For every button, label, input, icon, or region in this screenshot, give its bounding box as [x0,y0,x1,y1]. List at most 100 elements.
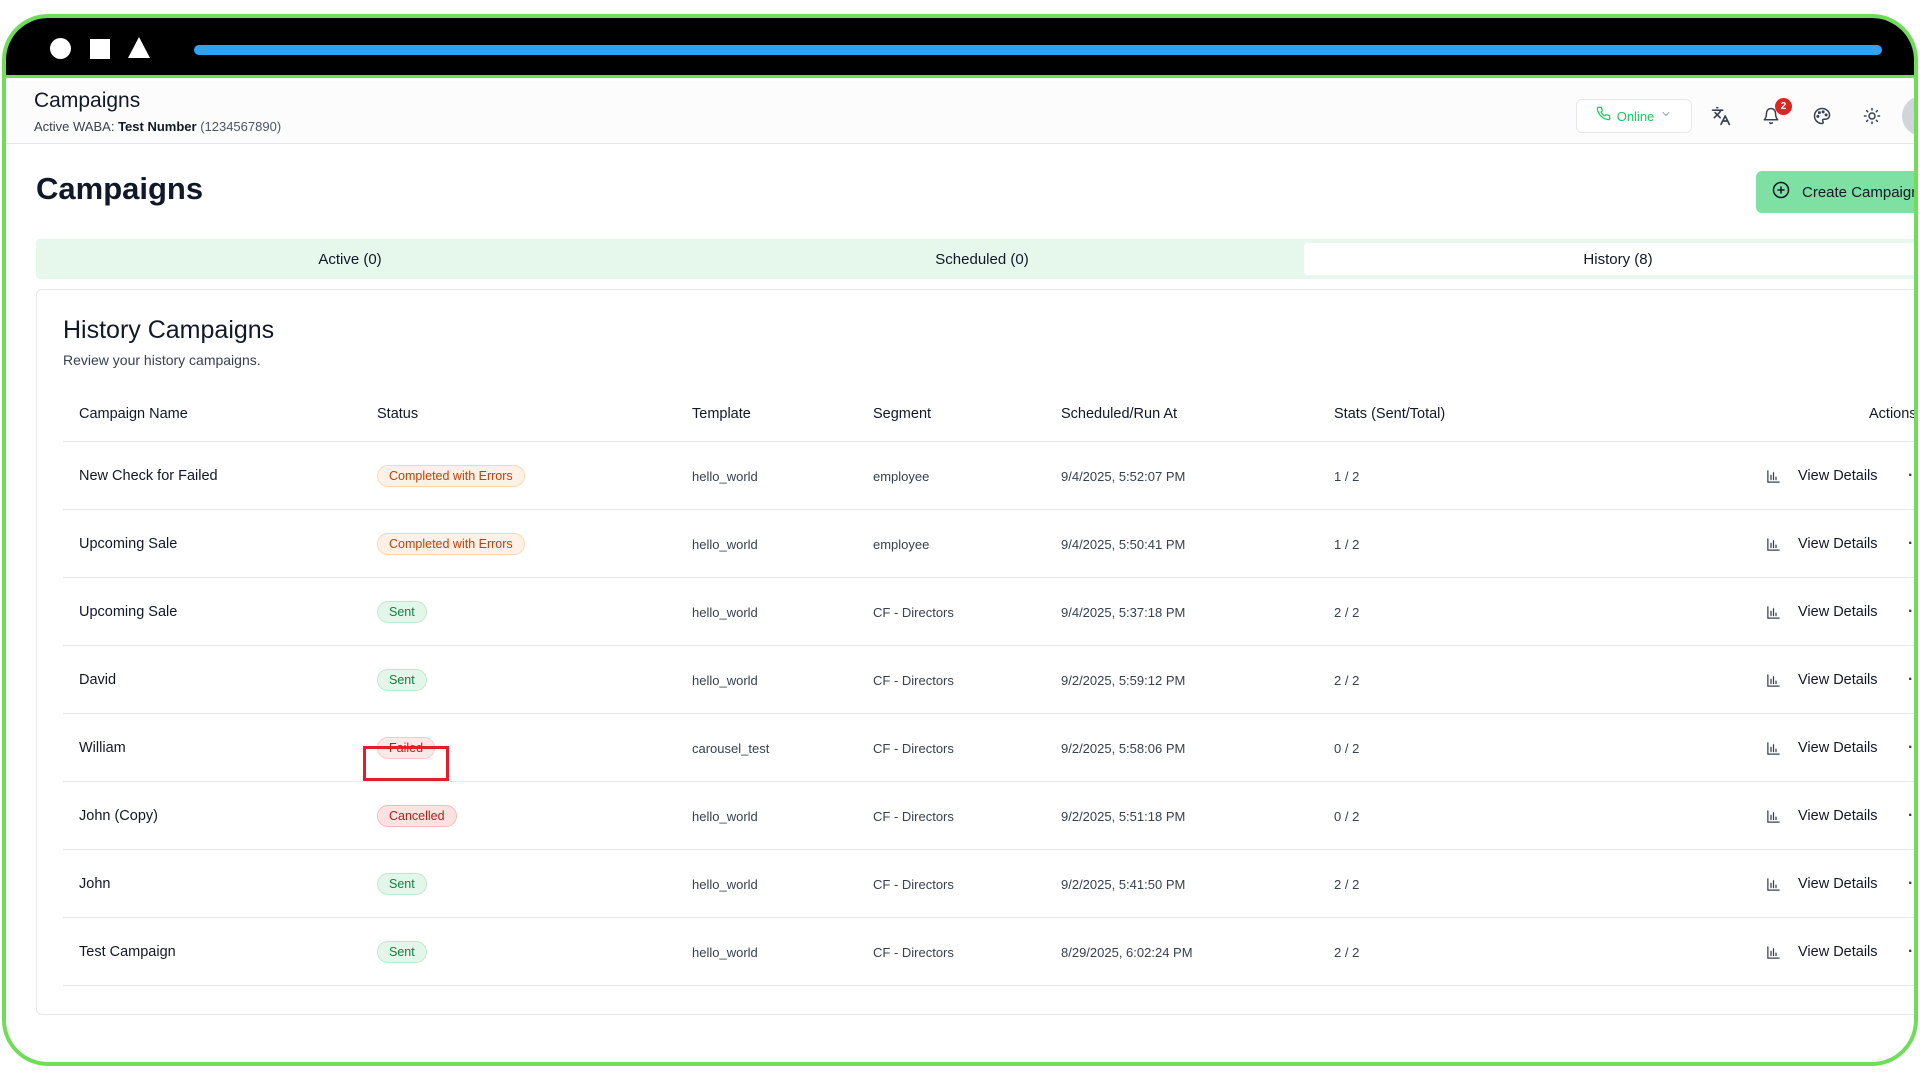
tab-history[interactable]: History (8) [1304,243,1914,275]
status-badge: Sent [377,669,427,691]
failed-status-highlight [363,746,449,781]
segment-cell: employee [873,536,930,552]
view-details-button[interactable]: View Details [1798,918,1878,986]
status-badge: Sent [377,873,427,895]
column-status[interactable]: Status [377,386,418,442]
history-campaigns-card: History Campaigns Review your history ca… [36,289,1914,1015]
phone-icon [1596,106,1611,126]
run-at-cell: 9/4/2025, 5:37:18 PM [1061,604,1186,620]
more-options-icon[interactable]: ··· [1908,714,1914,782]
table-body: New Check for Failed Completed with Error… [63,442,1914,986]
table-header-row: Campaign Name Status Template Segment Sc… [63,386,1914,442]
table-row: William Failed carousel_test CF - Directors… [63,714,1914,782]
campaign-name: Upcoming Sale [79,604,178,620]
triangle-icon [128,37,150,58]
stats-cell: 0 / 2 [1334,808,1360,824]
more-options-icon[interactable]: ··· [1908,578,1914,646]
view-details-button[interactable]: View Details [1798,714,1878,782]
status-badge: Cancelled [377,805,457,827]
segment-cell: employee [873,468,930,484]
bar-chart-icon[interactable] [1766,782,1781,850]
user-avatar[interactable] [1902,96,1914,136]
progress-fill [194,45,1882,55]
view-details-button[interactable]: View Details [1798,850,1878,918]
column-campaign-name[interactable]: Campaign Name [79,386,188,442]
table-row: David Sent hello_world CF - Directors 9/2/20… [63,646,1914,714]
status-badge: Sent [377,941,427,963]
card-title: History Campaigns [63,316,275,344]
status-label: Online [1616,108,1655,124]
square-icon [90,39,110,59]
status-badge: Completed with Errors [377,533,525,555]
loading-progress-bar [194,45,1882,55]
waba-label: Active WABA: [34,119,115,134]
template-cell: carousel_test [692,740,770,756]
campaign-name: Upcoming Sale [79,536,178,552]
campaign-name: William [79,740,126,756]
campaigns-table: Campaign Name Status Template Segment Sc… [63,386,1914,986]
stats-cell: 2 / 2 [1334,944,1360,960]
campaign-name: New Check for Failed [79,468,218,484]
segment-cell: CF - Directors [873,740,954,756]
plus-circle-icon [1772,181,1790,204]
more-options-icon[interactable]: ··· [1908,850,1914,918]
stats-cell: 1 / 2 [1334,468,1360,484]
view-details-button[interactable]: View Details [1798,782,1878,850]
table-row: New Check for Failed Completed with Error… [63,442,1914,510]
bar-chart-icon[interactable] [1766,646,1781,714]
run-at-cell: 9/2/2025, 5:41:50 PM [1061,876,1186,892]
window-top-bar [6,18,1914,78]
status-cell: Sent [377,850,427,918]
template-cell: hello_world [692,536,758,552]
column-scheduled-run-at[interactable]: Scheduled/Run At [1061,386,1177,442]
bar-chart-icon[interactable] [1766,918,1781,986]
view-details-button[interactable]: View Details [1798,646,1878,714]
palette-icon[interactable] [1809,103,1835,129]
tab-scheduled[interactable]: Scheduled (0) [672,243,1292,275]
status-cell: Completed with Errors [377,510,525,578]
more-options-icon[interactable]: ··· [1908,646,1914,714]
column-stats[interactable]: Stats (Sent/Total) [1334,386,1445,442]
stats-cell: 0 / 2 [1334,740,1360,756]
bar-chart-icon[interactable] [1766,714,1781,782]
view-details-button[interactable]: View Details [1798,578,1878,646]
status-dropdown[interactable]: Online [1576,99,1692,133]
segment-cell: CF - Directors [873,672,954,688]
sun-icon[interactable] [1859,103,1885,129]
header-title: Campaigns [34,89,141,112]
more-options-icon[interactable]: ··· [1908,782,1914,850]
column-template[interactable]: Template [692,386,751,442]
column-segment[interactable]: Segment [873,386,931,442]
more-options-icon[interactable]: ··· [1908,442,1914,510]
run-at-cell: 9/2/2025, 5:51:18 PM [1061,808,1186,824]
more-options-icon[interactable]: ··· [1908,510,1914,578]
status-cell: Sent [377,646,427,714]
table-row: Upcoming Sale Sent hello_world CF - Directo… [63,578,1914,646]
template-cell: hello_world [692,808,758,824]
create-campaign-button[interactable]: Create Campaign [1756,171,1914,213]
app-header: Campaigns Active WABA: Test Number (1234… [6,81,1914,144]
tab-active[interactable]: Active (0) [40,243,660,275]
run-at-cell: 8/29/2025, 6:02:24 PM [1061,944,1193,960]
bar-chart-icon[interactable] [1766,578,1781,646]
bar-chart-icon[interactable] [1766,850,1781,918]
stats-cell: 1 / 2 [1334,536,1360,552]
campaign-name: Test Campaign [79,944,176,960]
template-cell: hello_world [692,672,758,688]
stats-cell: 2 / 2 [1334,672,1360,688]
view-details-button[interactable]: View Details [1798,510,1878,578]
active-waba-info: Active WABA: Test Number (1234567890) [34,119,281,134]
view-details-button[interactable]: View Details [1798,442,1878,510]
run-at-cell: 9/2/2025, 5:59:12 PM [1061,672,1186,688]
segment-cell: CF - Directors [873,944,954,960]
bar-chart-icon[interactable] [1766,442,1781,510]
bar-chart-icon[interactable] [1766,510,1781,578]
segment-cell: CF - Directors [873,876,954,892]
run-at-cell: 9/2/2025, 5:58:06 PM [1061,740,1186,756]
translate-icon[interactable] [1708,103,1734,129]
stats-cell: 2 / 2 [1334,604,1360,620]
segment-cell: CF - Directors [873,604,954,620]
template-cell: hello_world [692,876,758,892]
stats-cell: 2 / 2 [1334,876,1360,892]
more-options-icon[interactable]: ··· [1908,918,1914,986]
